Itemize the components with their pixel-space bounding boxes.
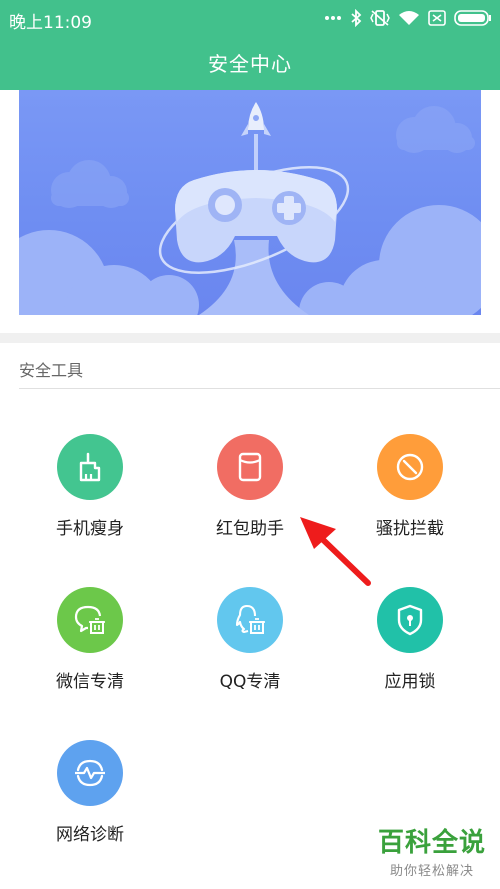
vibrate-icon xyxy=(370,10,390,26)
tool-label: 微信专清 xyxy=(56,672,124,692)
shield-lock-icon xyxy=(377,587,443,653)
status-time: 晚上11:09 xyxy=(9,13,92,33)
sim-icon xyxy=(428,10,446,26)
tool-app-lock[interactable]: 应用锁 xyxy=(330,587,490,707)
red-packet-icon xyxy=(217,434,283,500)
broom-icon xyxy=(57,434,123,500)
watermark: 百科全说 助你轻松解决 xyxy=(378,828,486,879)
section-underline xyxy=(19,388,500,389)
page-title: 安全中心 xyxy=(208,52,292,76)
wifi-icon xyxy=(399,11,419,25)
watermark-title: 百科全说 xyxy=(377,828,486,858)
section-divider xyxy=(0,333,500,343)
tool-qq-clean[interactable]: QQ专清 xyxy=(170,587,330,707)
wechat-clean-icon xyxy=(57,587,123,653)
tool-label: 网络诊断 xyxy=(56,825,124,845)
qq-clean-icon xyxy=(217,587,283,653)
tool-wechat-clean[interactable]: 微信专清 xyxy=(10,587,170,707)
game-controller-illustration xyxy=(19,102,481,315)
more-dots-icon xyxy=(325,16,341,20)
battery-icon xyxy=(454,10,491,26)
tool-phone-slim[interactable]: 手机瘦身 xyxy=(10,434,170,554)
banner-illustration xyxy=(19,90,481,315)
bluetooth-icon xyxy=(351,9,362,27)
tool-label: 手机瘦身 xyxy=(56,519,124,539)
tool-label: QQ专清 xyxy=(219,672,281,692)
status-bar: 晚上11:09 xyxy=(0,0,500,36)
annotation-arrow xyxy=(300,517,371,586)
watermark-subtitle: 助你轻松解决 xyxy=(389,864,474,879)
header-bar: 晚上11:09 安全中心 xyxy=(0,0,500,90)
tool-network-diagnose[interactable]: 网络诊断 xyxy=(10,740,170,860)
network-icon xyxy=(57,740,123,806)
tool-label: 应用锁 xyxy=(384,672,436,692)
block-icon xyxy=(377,434,443,500)
status-icons xyxy=(324,6,492,30)
section-title: 安全工具 xyxy=(19,361,84,380)
